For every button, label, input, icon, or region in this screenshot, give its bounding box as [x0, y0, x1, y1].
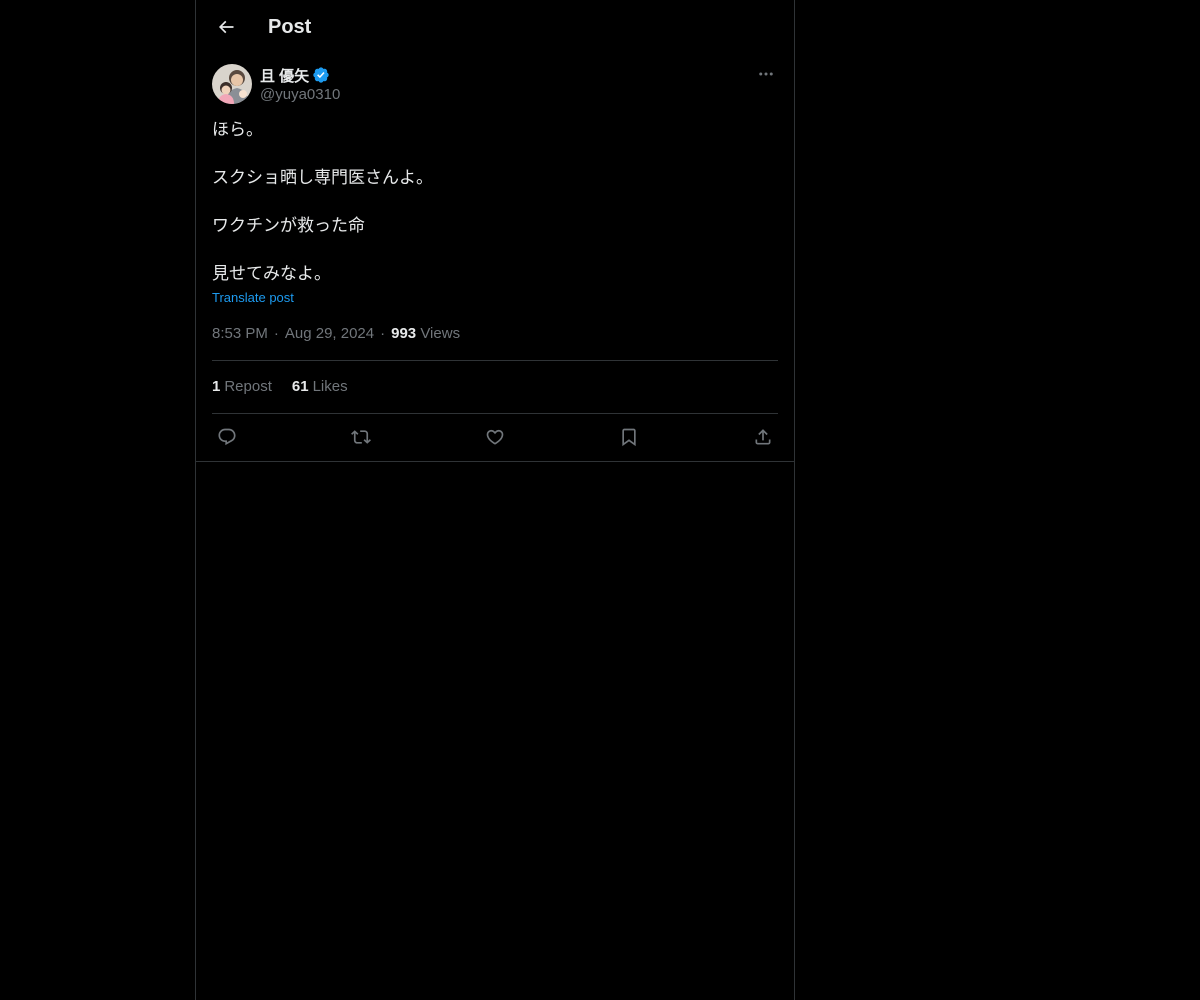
post-text: ほら。 スクショ晒し専門医さんよ。 ワクチンが救った命 見せてみなよ。: [212, 118, 778, 286]
reposts-count: 1: [212, 378, 221, 395]
post-stats: 1 Repost 61 Likes: [212, 378, 348, 395]
share-button[interactable]: [748, 422, 778, 452]
post-meta: 8:53 PM · Aug 29, 2024 · 993 Views: [212, 325, 460, 342]
like-button[interactable]: [480, 422, 510, 452]
likes-stat[interactable]: 61 Likes: [292, 378, 348, 395]
post-column: Post 且 優矢 @yuya0310 ほら。 スクショ晒し専門医さんよ。 ワク…: [195, 0, 795, 1000]
reply-button[interactable]: [212, 422, 242, 452]
meta-separator: ·: [380, 325, 386, 342]
post-actions: [212, 422, 778, 452]
repost-icon: [351, 430, 371, 444]
meta-separator: ·: [273, 325, 279, 342]
bookmark-icon: [622, 428, 636, 447]
display-name-row: 且 優矢: [260, 65, 330, 85]
user-handle[interactable]: @yuya0310: [260, 86, 340, 103]
divider: [212, 413, 778, 414]
share-icon: [755, 429, 771, 445]
page-title: Post: [268, 16, 312, 38]
post-text-line: ほら。: [212, 120, 263, 139]
translate-post-link[interactable]: Translate post: [212, 290, 294, 305]
verified-badge-icon: [313, 67, 329, 83]
avatar[interactable]: [212, 64, 252, 104]
arrow-left-icon: [218, 20, 234, 34]
post-header: Post: [196, 0, 794, 54]
views-count: 993: [391, 325, 417, 342]
more-horizontal-icon: [759, 72, 773, 76]
likes-label: Likes: [312, 378, 348, 395]
post-date[interactable]: Aug 29, 2024: [285, 325, 374, 342]
divider: [212, 360, 778, 361]
post-text-line: ワクチンが救った命: [212, 216, 365, 235]
views-label: Views: [420, 325, 461, 342]
more-options-button[interactable]: [754, 62, 778, 86]
like-icon: [486, 429, 504, 445]
reposts-label: Repost: [224, 378, 272, 395]
views: 993 Views: [391, 325, 460, 342]
post-author: 且 優矢 @yuya0310: [212, 64, 778, 108]
post-text-line: 見せてみなよ。: [212, 264, 331, 283]
reply-icon: [218, 428, 236, 446]
post-text-line: スクショ晒し専門医さんよ。: [212, 168, 433, 187]
reposts-stat[interactable]: 1 Repost: [212, 378, 272, 395]
back-button[interactable]: [208, 9, 244, 45]
avatar-image: [212, 64, 252, 104]
repost-button[interactable]: [346, 422, 376, 452]
post-time[interactable]: 8:53 PM: [212, 325, 268, 342]
display-name[interactable]: 且 優矢: [260, 65, 309, 86]
post-bottom-border: [196, 461, 794, 462]
likes-count: 61: [291, 378, 309, 395]
bookmark-button[interactable]: [614, 422, 644, 452]
